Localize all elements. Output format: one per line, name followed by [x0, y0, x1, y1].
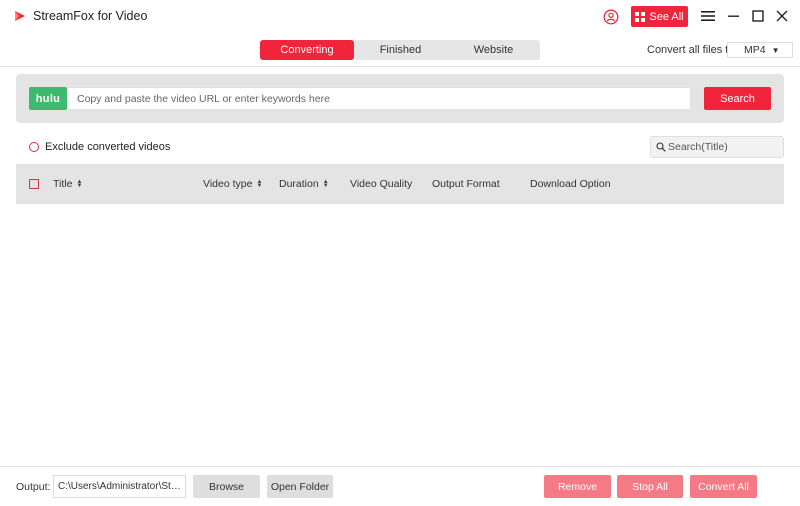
- close-icon[interactable]: [775, 9, 789, 23]
- column-download-option: Download Option: [530, 178, 611, 190]
- column-video-type-label: Video type: [203, 178, 253, 190]
- output-path-field[interactable]: C:\Users\Administrator\StreamFox for Vid…: [53, 475, 186, 498]
- column-duration[interactable]: Duration ▲ ▼: [279, 178, 329, 190]
- hulu-service-badge[interactable]: hulu: [29, 87, 67, 110]
- convert-all-button[interactable]: Convert All: [690, 475, 757, 498]
- title-search-box[interactable]: [650, 136, 784, 158]
- column-duration-label: Duration: [279, 178, 319, 190]
- app-logo-icon: [15, 11, 25, 21]
- exclude-converted-label: Exclude converted videos: [45, 141, 171, 153]
- footer-divider: [0, 466, 800, 467]
- caret-down-icon: ▼: [771, 45, 780, 55]
- stop-all-button[interactable]: Stop All: [617, 475, 683, 498]
- column-title-label: Title: [53, 178, 73, 190]
- output-label: Output:: [16, 481, 51, 493]
- tab-finished[interactable]: Finished: [354, 40, 447, 60]
- see-all-label: See All: [649, 10, 684, 23]
- browse-button[interactable]: Browse: [193, 475, 260, 498]
- search-panel: hulu Search: [16, 74, 784, 123]
- tab-website[interactable]: Website: [447, 40, 540, 60]
- see-all-button[interactable]: See All: [631, 6, 688, 27]
- header-divider: [0, 66, 800, 67]
- exclude-converted-radio[interactable]: [29, 142, 39, 152]
- remove-button[interactable]: Remove: [544, 475, 611, 498]
- column-video-type[interactable]: Video type ▲ ▼: [203, 178, 262, 190]
- sort-icon: ▲ ▼: [322, 179, 329, 189]
- column-video-quality: Video Quality: [350, 178, 413, 190]
- title-search-input[interactable]: [666, 141, 776, 153]
- output-path-value: C:\Users\Administrator\StreamFox for Vid…: [58, 481, 181, 492]
- convert-all-label: Convert all files to:: [647, 44, 738, 56]
- column-output-format: Output Format: [432, 178, 500, 190]
- sort-icon: ▲ ▼: [76, 179, 83, 189]
- title-bar: StreamFox for Video See All: [0, 0, 800, 34]
- open-folder-button[interactable]: Open Folder: [267, 475, 333, 498]
- select-all-checkbox[interactable]: [29, 179, 39, 189]
- grid-icon: [635, 11, 646, 22]
- user-icon[interactable]: [603, 9, 619, 25]
- search-icon: [656, 142, 666, 152]
- minimize-icon[interactable]: [727, 9, 741, 23]
- url-input[interactable]: [67, 87, 691, 110]
- table-header: Title ▲ ▼ Video type ▲ ▼ Duration ▲ ▼ Video…: [16, 164, 784, 204]
- app-title: StreamFox for Video: [33, 9, 148, 23]
- output-format-value: MP4: [744, 44, 766, 56]
- column-title[interactable]: Title ▲ ▼: [53, 178, 82, 190]
- output-format-select[interactable]: MP4 ▼: [727, 42, 793, 58]
- maximize-icon[interactable]: [751, 9, 765, 23]
- tab-bar: Converting Finished Website: [260, 40, 540, 60]
- search-button[interactable]: Search: [704, 87, 771, 110]
- menu-icon[interactable]: [701, 9, 715, 23]
- tab-converting[interactable]: Converting: [260, 40, 354, 60]
- sort-icon: ▲ ▼: [256, 179, 263, 189]
